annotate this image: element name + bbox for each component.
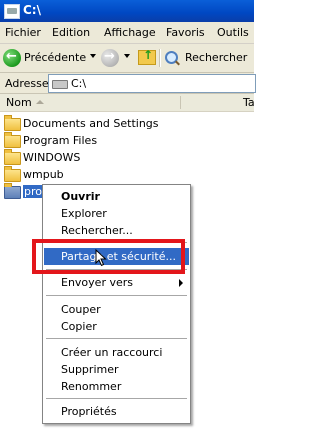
title-bar[interactable]: C:\ [0,0,254,22]
menu-item-rechercher[interactable]: Rechercher... [44,222,189,239]
menu-affichage[interactable]: Affichage [104,26,156,39]
folder-icon [4,183,21,199]
menu-item-label: Explorer [61,207,107,220]
column-size-header[interactable]: Ta [243,96,255,109]
menu-item-creer-raccourci[interactable]: Créer un raccourci [44,344,189,361]
forward-dropdown-icon[interactable] [124,54,130,58]
menu-bar: Fichier Edition Affichage Favoris Outils [0,22,254,44]
back-button-label[interactable]: Précédente [24,51,86,64]
folder-window-icon [4,4,20,19]
sort-ascending-icon [36,100,44,104]
submenu-arrow-icon [179,279,183,287]
menu-item-copier[interactable]: Copier [44,318,189,335]
folder-up-icon[interactable] [138,48,156,65]
menu-edition[interactable]: Edition [52,26,90,39]
menu-item-explorer[interactable]: Explorer [44,205,189,222]
context-menu: Ouvrir Explorer Rechercher... Partage et… [42,184,191,424]
file-name: WINDOWS [23,151,81,164]
menu-item-label: Renommer [61,380,122,393]
search-button-label[interactable]: Rechercher [185,51,247,64]
address-label: Adresse [5,77,49,90]
menu-item-couper[interactable]: Couper [44,301,189,318]
folder-icon [4,166,21,182]
address-field[interactable]: C:\ [48,74,256,93]
window-title: C:\ [23,3,41,17]
highlight-annotation [32,239,185,274]
menu-item-proprietes[interactable]: Propriétés [44,403,189,420]
menu-item-renommer[interactable]: Renommer [44,378,189,395]
menu-outils[interactable]: Outils [217,26,249,39]
menu-item-label: Copier [61,320,97,333]
menu-separator [46,338,187,339]
menu-item-label: Rechercher... [61,224,133,237]
file-name: Documents and Settings [23,117,159,130]
menu-item-label: Couper [61,303,101,316]
column-separator[interactable] [180,96,181,109]
toolbar: Précédente Rechercher [0,44,254,73]
folder-icon [4,115,21,131]
menu-item-supprimer[interactable]: Supprimer [44,361,189,378]
folder-icon [4,132,21,148]
mouse-cursor-icon [95,249,107,267]
column-headers: Nom Ta [0,94,255,112]
back-arrow-icon[interactable] [3,49,21,67]
forward-arrow-icon[interactable] [101,49,119,67]
search-icon[interactable] [165,51,178,64]
column-name-header[interactable]: Nom [6,96,32,109]
folder-icon [4,149,21,165]
menu-item-label: Créer un raccourci [61,346,163,359]
menu-item-label: Supprimer [61,363,119,376]
menu-item-label: Ouvrir [61,190,100,203]
back-dropdown-icon[interactable] [90,54,96,58]
menu-separator [46,398,187,399]
file-name: Program Files [23,134,98,147]
menu-fichier[interactable]: Fichier [5,26,41,39]
menu-item-envoyer-vers[interactable]: Envoyer vers [44,274,189,291]
file-name: wmpub [23,168,64,181]
menu-item-ouvrir[interactable]: Ouvrir [44,188,189,205]
menu-favoris[interactable]: Favoris [166,26,205,39]
file-name: pro [23,185,43,198]
toolbar-separator [159,49,160,67]
address-bar: Adresse C:\ [0,73,256,94]
menu-separator [46,295,187,296]
drive-icon [52,80,68,89]
address-value[interactable]: C:\ [71,77,86,90]
menu-item-label: Propriétés [61,405,117,418]
menu-item-label: Envoyer vers [61,276,133,289]
